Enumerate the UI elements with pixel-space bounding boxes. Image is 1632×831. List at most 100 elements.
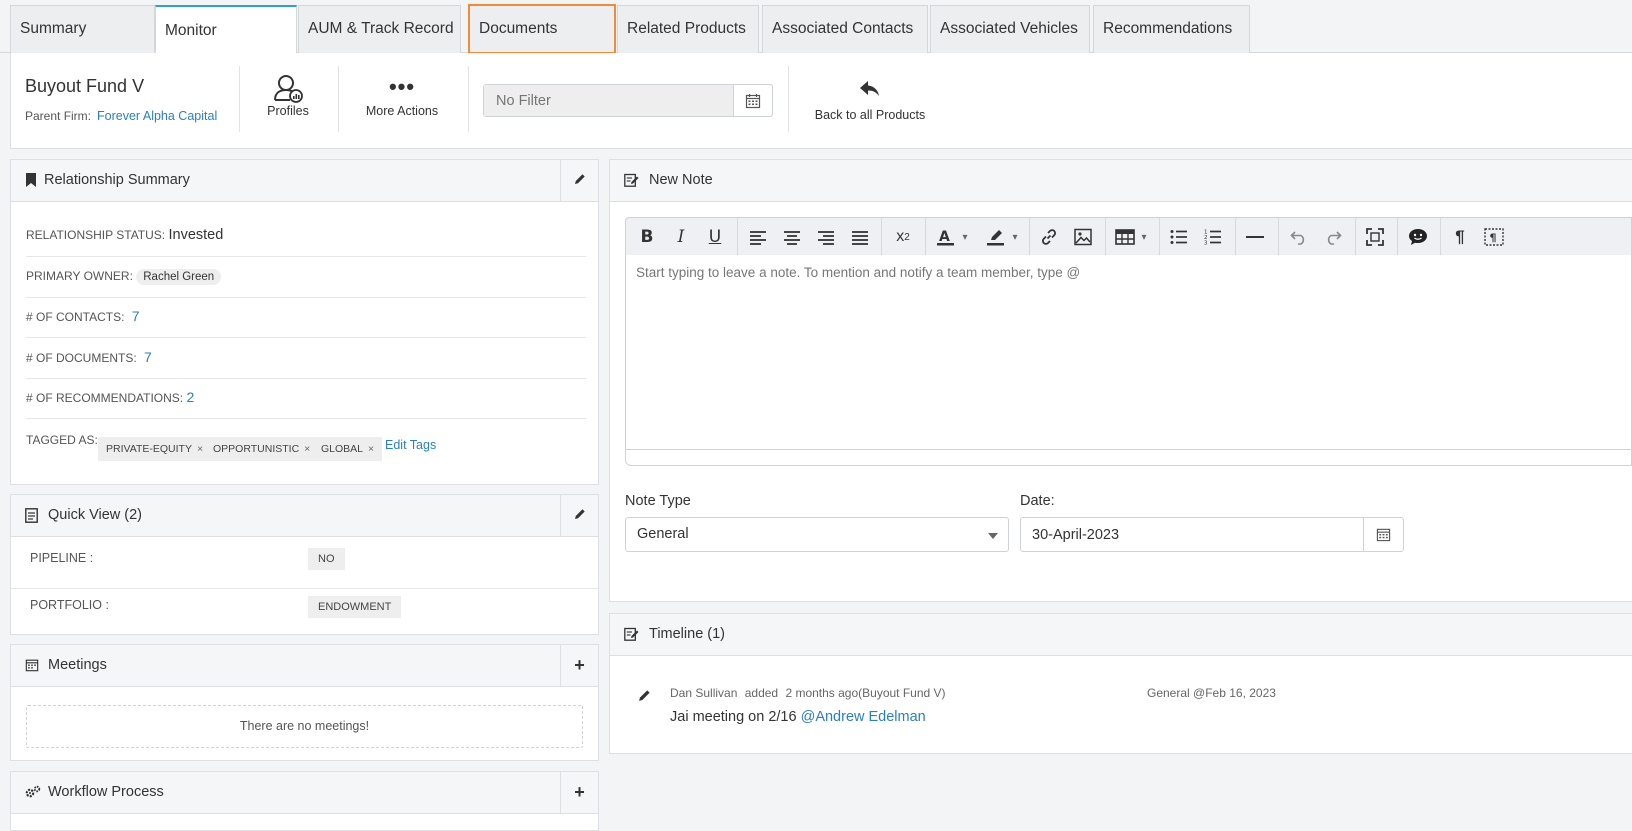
tag-chip[interactable]: GLOBAL × [313, 437, 383, 461]
font-color-icon[interactable]: A [935, 227, 957, 247]
documents-count-link[interactable]: 7 [144, 349, 152, 365]
paragraph-icon[interactable]: ¶ [1449, 227, 1471, 247]
tag-label: GLOBAL [321, 443, 364, 455]
chevron-down-icon [988, 533, 998, 539]
bold-icon[interactable]: B [636, 227, 658, 247]
panel-title: Workflow Process [48, 784, 164, 800]
panel-header: Workflow Process + [11, 772, 598, 814]
emoji-comment-icon[interactable] [1407, 227, 1429, 247]
tab-recommendations[interactable]: Recommendations [1093, 5, 1250, 53]
back-label: Back to all Products [814, 108, 926, 122]
highlight-color-icon[interactable] [985, 227, 1007, 247]
recommendations-count-row: # OF RECOMMENDATIONS: 2 [26, 389, 586, 405]
divider [737, 218, 738, 256]
timeline-when: 2 months ago(Buyout Fund V) [785, 686, 946, 700]
parent-firm-label: Parent Firm: [25, 109, 92, 123]
timeline-entry-text: Jai meeting on 2/16 @Andrew Edelman [670, 709, 926, 725]
edit-button[interactable] [560, 495, 598, 536]
tab-documents[interactable]: Documents [468, 4, 616, 54]
horizontal-rule-icon[interactable] [1244, 227, 1266, 247]
divider [26, 378, 586, 379]
tab-associated-vehicles[interactable]: Associated Vehicles [930, 5, 1090, 53]
note-editor[interactable]: Start typing to leave a note. To mention… [625, 255, 1632, 449]
profiles-icon [256, 72, 320, 104]
timeline-entry-meta: Dan Sullivan added 2 months ago(Buyout F… [670, 686, 946, 700]
image-icon[interactable] [1072, 227, 1094, 247]
show-blocks-icon[interactable]: ¶ [1483, 227, 1505, 247]
back-to-products-button[interactable]: Back to all Products [810, 80, 930, 122]
more-actions-button[interactable]: ••• More Actions [360, 74, 444, 119]
add-workflow-button[interactable]: + [560, 772, 598, 813]
divider [881, 218, 882, 256]
tag-chip[interactable]: OPPORTUNISTIC × [205, 437, 319, 461]
edit-tags-link[interactable]: Edit Tags [385, 438, 436, 452]
timeline-action: added [744, 686, 779, 700]
divider [26, 337, 586, 338]
chevron-down-icon[interactable]: ▾ [1137, 227, 1151, 247]
divider [26, 418, 586, 419]
divider [788, 66, 789, 132]
parent-firm-link[interactable]: Forever Alpha Capital [97, 109, 217, 123]
svg-text:A: A [939, 229, 950, 245]
pencil-icon [574, 507, 586, 525]
page-title: Buyout Fund V [25, 76, 145, 96]
edit-button[interactable] [560, 160, 598, 201]
align-justify-icon[interactable] [849, 227, 871, 247]
add-meeting-button[interactable]: + [560, 645, 598, 686]
editor-status-bar [625, 449, 1632, 466]
align-left-icon[interactable] [747, 227, 769, 247]
ellipsis-icon: ••• [388, 74, 416, 99]
filter-box [483, 84, 773, 117]
redo-icon[interactable] [1322, 227, 1344, 247]
tab-summary[interactable]: Summary [10, 5, 155, 53]
calendar-icon[interactable] [734, 85, 772, 116]
mention-link[interactable]: @Andrew Edelman [801, 709, 926, 725]
tab-monitor[interactable]: Monitor [155, 5, 297, 54]
documents-count-label: # OF DOCUMENTS: [26, 351, 137, 365]
pencil-icon [574, 172, 586, 190]
align-center-icon[interactable] [781, 227, 803, 247]
divider [925, 218, 926, 256]
chevron-down-icon[interactable]: ▾ [958, 227, 972, 247]
divider [1355, 218, 1356, 256]
recommendations-count-label: # OF RECOMMENDATIONS: [26, 391, 184, 405]
remove-tag-icon[interactable]: × [304, 443, 310, 455]
tab-associated-contacts[interactable]: Associated Contacts [762, 5, 928, 53]
underline-icon[interactable]: U [704, 227, 726, 247]
date-label: Date: [1020, 493, 1055, 509]
remove-tag-icon[interactable]: × [368, 443, 374, 455]
note-type-select[interactable]: General [625, 517, 1009, 552]
italic-icon[interactable]: I [670, 227, 692, 247]
profiles-button[interactable]: Profiles [256, 72, 320, 118]
undo-icon[interactable] [1288, 227, 1310, 247]
recommendations-count-link[interactable]: 2 [186, 389, 194, 405]
fullscreen-icon[interactable] [1364, 227, 1386, 247]
plus-icon: + [574, 782, 585, 802]
owner-chip[interactable]: Rachel Green [136, 269, 222, 285]
numbered-list-icon[interactable]: 123 [1202, 227, 1224, 247]
relationship-status-value: Invested [168, 227, 224, 243]
panel-header: Relationship Summary [11, 160, 598, 202]
filter-input[interactable] [484, 85, 734, 116]
panel-title: Timeline (1) [649, 626, 726, 642]
contacts-count-link[interactable]: 7 [132, 308, 140, 324]
chevron-down-icon[interactable]: ▾ [1008, 227, 1022, 247]
profiles-label: Profiles [267, 104, 309, 118]
remove-tag-icon[interactable]: × [197, 443, 203, 455]
date-field[interactable] [1020, 517, 1364, 552]
table-icon[interactable] [1114, 227, 1136, 247]
superscript-icon[interactable]: x2 [892, 227, 914, 247]
bullet-list-icon[interactable] [1168, 227, 1190, 247]
calendar-icon[interactable] [1363, 517, 1404, 552]
divider [468, 66, 469, 132]
align-right-icon[interactable] [815, 227, 837, 247]
link-icon[interactable] [1038, 227, 1060, 247]
more-actions-label: More Actions [365, 104, 439, 118]
portfolio-label: PORTFOLIO : [30, 598, 109, 612]
divider [1105, 218, 1106, 256]
tab-aum-track-record[interactable]: AUM & Track Record [298, 5, 461, 53]
tab-related-products[interactable]: Related Products [617, 5, 759, 53]
timeline-author: Dan Sullivan [670, 686, 738, 700]
tag-chip[interactable]: PRIVATE-EQUITY × [98, 437, 212, 461]
divider [1159, 218, 1160, 256]
